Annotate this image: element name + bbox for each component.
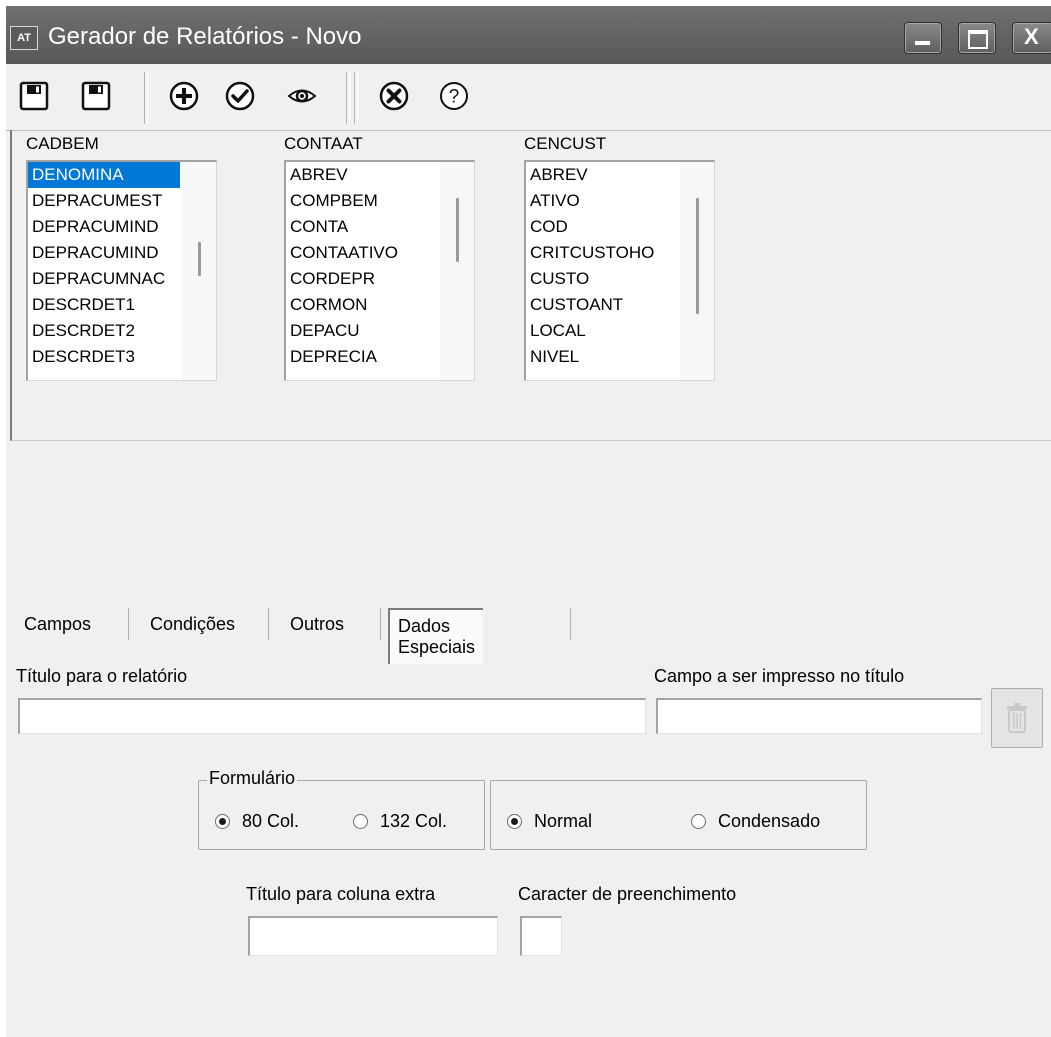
scrollbar[interactable] <box>440 162 474 380</box>
radio-80-col[interactable]: 80 Col. <box>215 811 299 832</box>
scrollbar[interactable] <box>182 162 216 380</box>
title-field-label: Campo a ser impresso no título <box>654 666 905 686</box>
tables-panel: CADBEM DENOMINA DEPRACUMEST DEPRACUMIND … <box>10 130 1051 441</box>
save-icon <box>19 81 49 111</box>
scrollbar-thumb[interactable] <box>696 198 699 314</box>
list-item[interactable]: CORDEPR <box>286 266 438 292</box>
maximize-icon <box>968 30 988 49</box>
delete-title-field-button[interactable] <box>991 688 1043 748</box>
save-as-icon <box>81 81 111 111</box>
help-icon: ? <box>440 82 468 110</box>
print-mode-group: Normal Condensado <box>490 780 867 850</box>
tab-dados-especiais[interactable]: Dados Especiais <box>388 608 484 664</box>
list-item[interactable]: DESCRDET3 <box>28 344 180 370</box>
save-as-button[interactable] <box>78 78 114 114</box>
field-list-cadbem[interactable]: DENOMINA DEPRACUMEST DEPRACUMIND DEPRACU… <box>26 160 217 381</box>
scrollbar-thumb[interactable] <box>198 242 201 276</box>
list-item[interactable]: CONTA <box>286 214 438 240</box>
radio-indicator <box>691 814 706 829</box>
tab-campos[interactable]: Campos <box>24 614 91 635</box>
radio-indicator <box>507 814 522 829</box>
cancel-icon <box>379 81 409 111</box>
preview-button[interactable] <box>284 78 320 114</box>
tab-separator <box>570 608 571 640</box>
list-item[interactable]: ABREV <box>286 162 438 188</box>
title-bar[interactable]: AT Gerador de Relatórios - Novo X <box>6 6 1051 64</box>
tab-separator <box>128 608 129 640</box>
toolbar-separator <box>346 72 350 124</box>
list-item[interactable]: CONTAATIVO <box>286 240 438 266</box>
save-button[interactable] <box>16 78 52 114</box>
radio-condensado[interactable]: Condensado <box>691 811 820 832</box>
radio-indicator <box>215 814 230 829</box>
minimize-icon <box>915 41 930 45</box>
report-title-input[interactable] <box>18 698 646 734</box>
list-item[interactable]: NIVEL <box>526 344 678 370</box>
list-item[interactable]: DESCRDET1 <box>28 292 180 318</box>
list-item[interactable]: DESCRDET2 <box>28 318 180 344</box>
radio-132-col[interactable]: 132 Col. <box>353 811 447 832</box>
fill-char-input[interactable] <box>520 916 562 956</box>
report-generator-window: AT Gerador de Relatórios - Novo X ? CADB… <box>6 6 1051 1037</box>
add-icon <box>169 81 199 111</box>
list-item[interactable]: DEPRACUMNAC <box>28 266 180 292</box>
close-icon: X <box>1024 24 1039 49</box>
radio-normal[interactable]: Normal <box>507 811 592 832</box>
toolbar: ? <box>6 64 1051 131</box>
list-item[interactable]: DEPRACUMIND <box>28 240 180 266</box>
minimize-button[interactable] <box>904 22 942 54</box>
list-item[interactable]: COMPBEM <box>286 188 438 214</box>
list-item[interactable]: DEPRACUMEST <box>28 188 180 214</box>
radio-label: Condensado <box>718 811 821 831</box>
toolbar-separator <box>144 72 148 124</box>
fill-char-label: Caracter de preenchimento <box>518 884 737 904</box>
field-list-contaat[interactable]: ABREV COMPBEM CONTA CONTAATIVO CORDEPR C… <box>284 160 475 381</box>
window-title: Gerador de Relatórios - Novo <box>48 23 362 50</box>
list-item[interactable]: CUSTOANT <box>526 292 678 318</box>
radio-label: Normal <box>534 811 593 831</box>
radio-label: 80 Col. <box>242 811 300 831</box>
list-item[interactable]: CORMON <box>286 292 438 318</box>
report-title-label: Título para o relatório <box>16 666 188 686</box>
close-button[interactable]: X <box>1012 22 1051 54</box>
svg-text:?: ? <box>449 87 460 108</box>
confirm-icon <box>225 81 255 111</box>
tab-outros[interactable]: Outros <box>290 614 344 635</box>
form-size-group: Formulário 80 Col. 132 Col. <box>198 768 485 850</box>
help-button[interactable]: ? <box>436 78 472 114</box>
list-item[interactable]: DEPACU <box>286 318 438 344</box>
scrollbar-thumb[interactable] <box>456 198 459 262</box>
cancel-button[interactable] <box>376 78 412 114</box>
radio-label: 132 Col. <box>380 811 448 831</box>
field-list-cencust[interactable]: ABREV ATIVO COD CRITCUSTOHO CUSTO CUSTOA… <box>524 160 715 381</box>
list-item[interactable]: LOCAL <box>526 318 678 344</box>
list-item[interactable]: DENOMINA <box>28 162 180 188</box>
extra-column-input[interactable] <box>248 916 498 956</box>
preview-icon <box>287 89 317 103</box>
extra-column-label: Título para coluna extra <box>246 884 436 904</box>
list-item[interactable]: DEPRECIA <box>286 344 438 370</box>
radio-indicator <box>353 814 368 829</box>
tab-separator <box>380 608 381 640</box>
list-item[interactable]: CRITCUSTOHO <box>526 240 678 266</box>
title-field-input[interactable] <box>656 698 982 734</box>
confirm-button[interactable] <box>222 78 258 114</box>
tab-separator <box>268 608 269 640</box>
list-item[interactable]: CUSTO <box>526 266 678 292</box>
app-icon: AT <box>10 26 38 50</box>
trash-icon <box>1007 703 1027 733</box>
list-item[interactable]: ABREV <box>526 162 678 188</box>
table-name-cencust: CENCUST <box>524 134 607 153</box>
maximize-button[interactable] <box>958 22 996 54</box>
add-button[interactable] <box>166 78 202 114</box>
tab-condicoes[interactable]: Condições <box>150 614 235 635</box>
table-name-contaat: CONTAAT <box>284 134 363 153</box>
scrollbar[interactable] <box>680 162 714 380</box>
table-name-cadbem: CADBEM <box>26 134 99 153</box>
list-item[interactable]: COD <box>526 214 678 240</box>
toolbar-separator <box>354 72 358 124</box>
list-item[interactable]: DEPRACUMIND <box>28 214 180 240</box>
list-item[interactable]: ATIVO <box>526 188 678 214</box>
form-size-group-label: Formulário <box>207 768 298 789</box>
